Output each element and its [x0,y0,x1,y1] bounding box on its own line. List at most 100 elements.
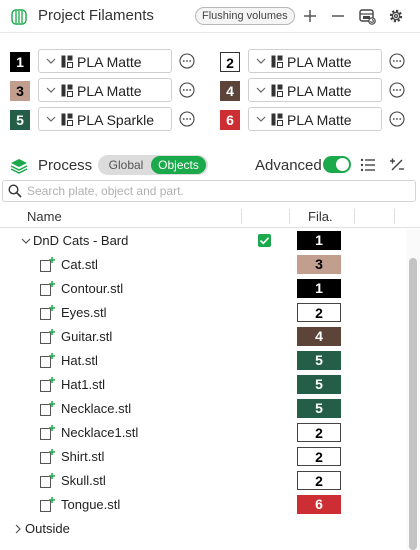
filament-preset-name: PLA Matte [287,54,352,70]
filament-preset-dropdown[interactable]: PLA Matte [248,49,382,73]
add-part-icon [40,377,55,392]
column-divider [354,209,355,224]
filament-color-swatch[interactable]: 1 [10,52,30,72]
tree-row-part[interactable]: Tongue.stl 6 [0,493,406,517]
add-part-icon [40,425,55,440]
advanced-toggle[interactable] [323,156,351,173]
filament-badge[interactable]: 3 [297,255,341,274]
tree-row-part[interactable]: Cat.stl 3 [0,253,406,277]
filament-badge[interactable]: 1 [297,279,341,298]
chevron-down-icon[interactable] [21,236,31,246]
filament-color-swatch[interactable]: 6 [220,110,240,130]
filament-preset-dropdown[interactable]: PLA Matte [38,49,172,73]
filament-color-swatch[interactable]: 3 [10,81,30,101]
remove-filament-button[interactable] [328,6,348,26]
tree-row-part[interactable]: Eyes.stl 2 [0,301,406,325]
filament-preset-dropdown[interactable]: PLA Matte [248,107,382,131]
sync-printer-icon [359,9,376,25]
part-name: Contour.stl [61,281,124,296]
filaments-header: Project Filaments Flushing volumes [0,0,420,33]
global-objects-switch: Global Objects [98,155,208,175]
process-layers-icon [10,159,28,174]
filament-color-swatch[interactable]: 4 [220,81,240,101]
filaments-title: Project Filaments [38,7,154,24]
add-part-icon [40,281,55,296]
filament-color-swatch[interactable]: 5 [10,110,30,130]
add-filament-button[interactable] [300,6,320,26]
tree-row-part[interactable]: Necklace1.stl 2 [0,421,406,445]
add-part-icon [40,401,55,416]
more-options-icon[interactable] [179,53,195,69]
tree-row-part[interactable]: Skull.stl 2 [0,469,406,493]
part-name: Cat.stl [61,257,98,272]
filament-badge[interactable]: 2 [297,303,341,322]
objects-tab[interactable]: Objects [151,156,206,174]
search-box [2,180,416,202]
chevron-down-icon [46,116,56,122]
add-icon [304,10,316,22]
auto-settings-icon[interactable] [389,157,405,173]
tree-row-part[interactable]: Guitar.stl 4 [0,325,406,349]
sync-printer-button[interactable] [357,6,377,26]
more-options-icon[interactable] [179,111,195,127]
chevron-down-icon [46,58,56,64]
filament-badge[interactable]: 6 [297,495,341,514]
more-options-icon[interactable] [389,53,405,69]
add-part-icon [40,305,55,320]
tree-row-part[interactable]: Shirt.stl 2 [0,445,406,469]
tree-row-part[interactable]: Hat1.stl 5 [0,373,406,397]
filament-preset-dropdown[interactable]: PLA Matte [38,78,172,102]
printer-preset-icon [271,84,283,97]
tree-row-object[interactable]: Outside [0,517,406,541]
visibility-checkbox[interactable] [258,234,271,247]
filament-preset-name: PLA Matte [77,54,142,70]
filament-badge[interactable]: 5 [297,399,341,418]
add-part-icon [40,497,55,512]
tree-row-part[interactable]: Necklace.stl 5 [0,397,406,421]
column-header-name[interactable]: Name [27,209,62,224]
tree-row-part[interactable]: Contour.stl 1 [0,277,406,301]
filament-preset-name: PLA Matte [287,112,352,128]
chevron-right-icon[interactable] [13,524,23,534]
add-part-icon [40,449,55,464]
part-name: Hat.stl [61,353,98,368]
column-divider [394,209,395,224]
part-name: Eyes.stl [61,305,107,320]
filament-badge[interactable]: 5 [297,351,341,370]
part-name: Guitar.stl [61,329,113,344]
chevron-down-icon [46,87,56,93]
list-view-icon[interactable] [360,157,376,173]
tree-row-object[interactable]: DnD Cats - Bard 1 [0,229,406,253]
header-divider [0,32,420,33]
object-name: DnD Cats - Bard [33,233,129,248]
flushing-volumes-button[interactable]: Flushing volumes [195,7,295,25]
search-input[interactable] [27,182,407,200]
add-part-icon [40,473,55,488]
filament-badge[interactable]: 5 [297,375,341,394]
filament-row: 1 PLA Matte [10,49,200,73]
filament-badge[interactable]: 1 [297,231,341,250]
filament-color-swatch[interactable]: 2 [220,52,240,72]
scrollbar-thumb[interactable] [409,258,417,550]
more-options-icon[interactable] [389,82,405,98]
column-divider [241,209,242,224]
global-tab[interactable]: Global [101,155,151,175]
filament-preset-dropdown[interactable]: PLA Sparkle [38,107,172,131]
filament-row: 4 PLA Matte [220,78,410,102]
advanced-label: Advanced [255,157,322,174]
filament-preset-name: PLA Sparkle [77,112,155,128]
filament-settings-button[interactable] [386,6,406,26]
check-icon [259,237,270,245]
more-options-icon[interactable] [389,111,405,127]
filament-badge[interactable]: 2 [297,423,341,442]
column-header-fila[interactable]: Fila. [308,209,333,224]
more-options-icon[interactable] [179,82,195,98]
filament-preset-name: PLA Matte [77,83,142,99]
filament-row: 5 PLA Sparkle [10,107,200,131]
filament-preset-dropdown[interactable]: PLA Matte [248,78,382,102]
filament-badge[interactable]: 4 [297,327,341,346]
filament-badge[interactable]: 2 [297,447,341,466]
remove-icon [332,15,344,17]
filament-badge[interactable]: 2 [297,471,341,490]
tree-row-part[interactable]: Hat.stl 5 [0,349,406,373]
